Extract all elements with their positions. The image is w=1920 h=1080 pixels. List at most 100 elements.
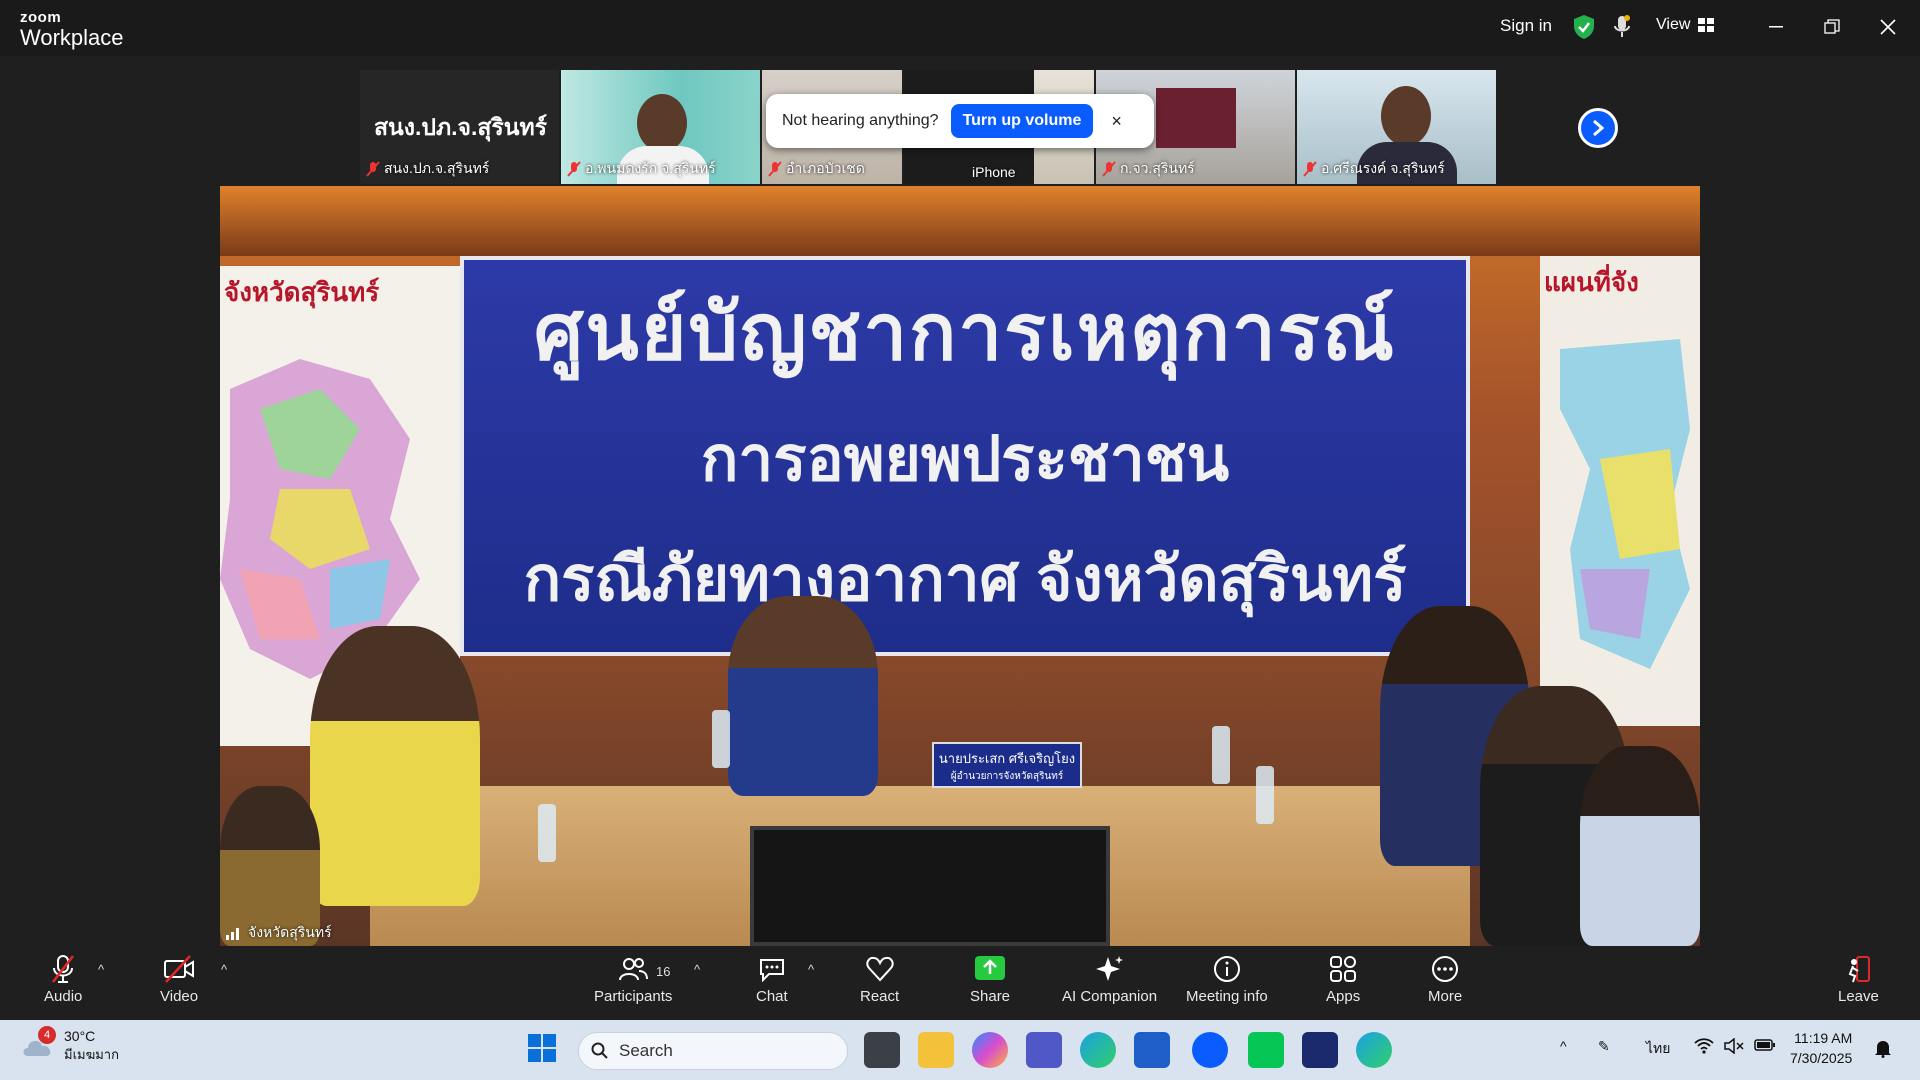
tray-overflow-icon[interactable]: ^ bbox=[1560, 1038, 1567, 1054]
participants-button[interactable]: Participants bbox=[594, 954, 672, 1005]
nameplate-name: นายประเสก ศรีเจริญโยง bbox=[938, 751, 1076, 766]
windows-icon bbox=[528, 1034, 556, 1062]
participant-name-label: ก.จว.สุรินทร์ bbox=[1120, 160, 1195, 176]
notification-bell-icon[interactable] bbox=[1874, 1038, 1892, 1061]
participants-options-caret[interactable]: ^ bbox=[694, 962, 700, 977]
map-right-title: แผนที่จัง bbox=[1544, 267, 1639, 297]
react-label: React bbox=[860, 988, 900, 1005]
command-center-banner: ศูนย์บัญชาการเหตุการณ์ การอพยพประชาชน กร… bbox=[460, 256, 1470, 656]
heart-icon bbox=[865, 956, 894, 982]
participant-tile[interactable]: สนง.ปภ.จ.สุรินทร์ สนง.ปภ.จ.สุรินทร์ bbox=[360, 70, 559, 184]
ai-companion-label: AI Companion bbox=[1062, 988, 1158, 1005]
pen-icon[interactable]: ✎ bbox=[1598, 1038, 1610, 1055]
nameplate-title: ผู้อำนวยการจังหวัดสุรินทร์ bbox=[950, 771, 1064, 782]
weather-desc: มีเมฆมาก bbox=[64, 1047, 119, 1062]
meeting-info-button[interactable]: Meeting info bbox=[1186, 954, 1268, 1005]
participant-name: อ.ศรีณรงค์ จ.สุรินทร์ bbox=[1303, 158, 1445, 180]
speaker-label: จังหวัดสุรินทร์ bbox=[226, 922, 332, 944]
participant-name-label: iPhone bbox=[972, 164, 1016, 180]
word-icon[interactable] bbox=[1302, 1032, 1338, 1068]
turn-up-volume-button[interactable]: Turn up volume bbox=[950, 104, 1094, 138]
ai-companion-button[interactable]: AI Companion bbox=[1062, 954, 1157, 1005]
muted-mic-icon bbox=[1303, 161, 1317, 177]
leave-button[interactable]: Leave bbox=[1838, 954, 1879, 1005]
banner-line-3: กรณีภัยทางอากาศ จังหวัดสุรินทร์ bbox=[523, 545, 1407, 614]
meeting-info-label: Meeting info bbox=[1186, 988, 1268, 1005]
participant-name-label: อ.ศรีณรงค์ จ.สุรินทร์ bbox=[1321, 160, 1445, 176]
muted-mic-icon bbox=[768, 161, 782, 177]
participant-display-text: สนง.ปภ.จ.สุรินทร์ bbox=[374, 114, 548, 140]
audio-button[interactable]: Audio bbox=[44, 954, 82, 1005]
battery-icon[interactable] bbox=[1754, 1038, 1776, 1055]
line-icon[interactable] bbox=[1248, 1032, 1284, 1068]
wifi-icon[interactable] bbox=[1694, 1038, 1714, 1057]
leave-icon bbox=[1849, 956, 1871, 983]
banner-line-2: การอพยพประชาชน bbox=[700, 425, 1230, 494]
video-button[interactable]: Video bbox=[160, 954, 198, 1005]
weather-badge: 4 bbox=[38, 1026, 56, 1044]
volume-muted-icon[interactable] bbox=[1724, 1037, 1744, 1057]
restore-button[interactable] bbox=[1812, 12, 1852, 42]
video-options-caret[interactable]: ^ bbox=[221, 962, 227, 977]
share-label: Share bbox=[970, 988, 1011, 1005]
sign-in-link[interactable]: Sign in bbox=[1500, 16, 1552, 36]
apps-button[interactable]: Apps bbox=[1326, 954, 1360, 1005]
clock-date: 7/30/2025 bbox=[1790, 1050, 1853, 1066]
mic-muted-icon bbox=[52, 955, 75, 983]
start-button[interactable] bbox=[526, 1032, 562, 1068]
zoom-taskbar-icon[interactable] bbox=[1192, 1032, 1228, 1068]
edge-secondary-icon[interactable] bbox=[1356, 1032, 1392, 1068]
teams-icon[interactable] bbox=[1026, 1032, 1062, 1068]
chat-button[interactable]: Chat bbox=[756, 954, 788, 1005]
taskbar-search[interactable]: Search bbox=[578, 1032, 848, 1070]
language-indicator[interactable]: ไทย bbox=[1646, 1038, 1670, 1060]
toast-close-button[interactable]: × bbox=[1111, 111, 1122, 132]
active-speaker-video[interactable]: จังหวัดสุรินทร์ แผนที่จัง ศูนย์บัญชาการเ… bbox=[220, 186, 1700, 946]
audio-hint-toast: Not hearing anything? Turn up volume × bbox=[766, 94, 1154, 148]
share-screen-icon bbox=[975, 956, 1006, 980]
audio-options-caret[interactable]: ^ bbox=[98, 962, 104, 977]
security-shield-icon[interactable] bbox=[1572, 14, 1596, 45]
edge-icon[interactable] bbox=[1080, 1032, 1116, 1068]
participant-name: อำเภอบัวเชด bbox=[768, 158, 865, 180]
store-icon[interactable] bbox=[1134, 1032, 1170, 1068]
view-button[interactable]: View bbox=[1656, 16, 1715, 34]
participant-name: iPhone bbox=[972, 164, 1016, 180]
close-window-button[interactable] bbox=[1868, 12, 1908, 42]
weather-widget[interactable]: 30°C มีเมฆมาก bbox=[20, 1028, 119, 1065]
participants-icon bbox=[619, 958, 649, 981]
tv-monitor bbox=[750, 826, 1110, 946]
logo-brand-bottom: Workplace bbox=[20, 25, 124, 50]
leave-label: Leave bbox=[1838, 988, 1879, 1005]
participant-tile[interactable]: อ.ศรีณรงค์ จ.สุรินทร์ bbox=[1297, 70, 1496, 184]
more-button[interactable]: More bbox=[1428, 954, 1462, 1005]
chat-options-caret[interactable]: ^ bbox=[808, 962, 814, 977]
next-page-button[interactable] bbox=[1578, 108, 1618, 148]
muted-mic-icon bbox=[1102, 161, 1116, 177]
participant-name: อ.พนมดงรัก จ.สุรินทร์ bbox=[567, 158, 716, 180]
system-clock[interactable]: 11:19 AM 7/30/2025 bbox=[1790, 1028, 1852, 1068]
participant-name: สนง.ปภ.จ.สุรินทร์ bbox=[366, 158, 489, 180]
task-view-icon[interactable] bbox=[864, 1032, 900, 1068]
copilot-icon[interactable] bbox=[972, 1032, 1008, 1068]
file-explorer-icon[interactable] bbox=[918, 1032, 954, 1068]
speaker-name: จังหวัดสุรินทร์ bbox=[248, 924, 332, 940]
participant-name-label: สนง.ปภ.จ.สุรินทร์ bbox=[384, 160, 490, 176]
participants-count: 16 bbox=[656, 964, 671, 979]
participant-name-label: อ.พนมดงรัก จ.สุรินทร์ bbox=[585, 160, 716, 176]
search-label: Search bbox=[619, 1041, 673, 1060]
apps-label: Apps bbox=[1326, 988, 1361, 1005]
info-icon bbox=[1213, 956, 1240, 982]
react-button[interactable]: React bbox=[860, 954, 899, 1005]
mic-status-icon[interactable] bbox=[1612, 14, 1632, 45]
muted-mic-icon bbox=[567, 161, 581, 177]
participant-tile[interactable]: อ.พนมดงรัก จ.สุรินทร์ bbox=[561, 70, 760, 184]
more-label: More bbox=[1428, 988, 1463, 1005]
chevron-right-icon bbox=[1593, 119, 1605, 137]
chair-nameplate: นายประเสก ศรีเจริญโยง ผู้อำนวยการจังหวัด… bbox=[932, 742, 1082, 788]
participant-name-label: อำเภอบัวเชด bbox=[786, 160, 865, 176]
chat-icon bbox=[759, 959, 784, 983]
weather-temp: 30°C bbox=[64, 1028, 96, 1044]
share-button[interactable]: Share bbox=[970, 954, 1010, 1005]
minimize-button[interactable] bbox=[1756, 12, 1796, 42]
